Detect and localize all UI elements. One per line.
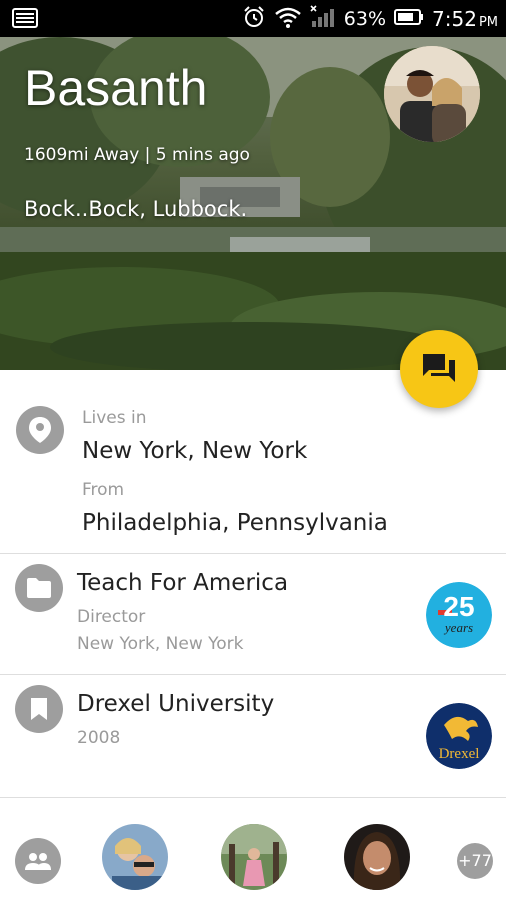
job-location: New York, New York xyxy=(77,634,244,654)
screenshot-icon xyxy=(12,8,38,32)
wifi-icon xyxy=(274,5,302,33)
battery-icon xyxy=(394,8,424,30)
profile-avatar[interactable] xyxy=(384,46,480,142)
job-title: Director xyxy=(77,607,146,627)
friend-avatar-3[interactable] xyxy=(344,824,410,890)
cover-photo: Basanth 1609mi Away | 5 mins ago Bock..B… xyxy=(0,37,506,370)
lives-in-value: New York, New York xyxy=(82,438,308,464)
from-label: From xyxy=(82,480,125,500)
from-value: Philadelphia, Pennsylvania xyxy=(82,510,388,536)
graduation-year: 2008 xyxy=(77,728,121,748)
signal-icon xyxy=(310,4,336,33)
clock: 7:52 PM xyxy=(432,6,498,31)
drexel-logo-text: Drexel xyxy=(439,746,480,762)
profile-status: Bock..Bock, Lubbock. xyxy=(24,197,248,221)
profile-name: Basanth xyxy=(24,60,208,116)
logo-number: 25 xyxy=(443,591,474,622)
bookmark-icon xyxy=(15,685,63,733)
school-name: Drexel University xyxy=(77,691,275,717)
employer-name: Teach For America xyxy=(77,570,289,596)
screen: 63% 7:52 PM Basanth 1609mi Away | 5 mins… xyxy=(0,0,506,900)
profile-distance-lastseen: 1609mi Away | 5 mins ago xyxy=(24,145,250,165)
logo-word: years xyxy=(443,620,473,635)
more-friends-count[interactable]: +77 xyxy=(457,843,493,879)
battery-percent: 63% xyxy=(343,7,387,30)
friend-avatar-2[interactable] xyxy=(221,824,287,890)
teach-for-america-logo: 25 years xyxy=(426,582,492,648)
education-section[interactable]: Drexel University 2008 Drexel xyxy=(0,675,506,798)
chat-button[interactable] xyxy=(400,330,478,408)
chat-icon xyxy=(423,354,455,382)
status-bar: 63% 7:52 PM xyxy=(0,0,506,37)
alarm-icon xyxy=(242,5,266,33)
location-pin-icon xyxy=(16,406,64,454)
friends-icon xyxy=(15,838,61,884)
work-section[interactable]: Teach For America Director New York, New… xyxy=(0,554,506,675)
folder-icon xyxy=(15,564,63,612)
drexel-logo: Drexel xyxy=(426,703,492,769)
friend-avatar-1[interactable] xyxy=(102,824,168,890)
lives-in-label: Lives in xyxy=(82,408,147,428)
